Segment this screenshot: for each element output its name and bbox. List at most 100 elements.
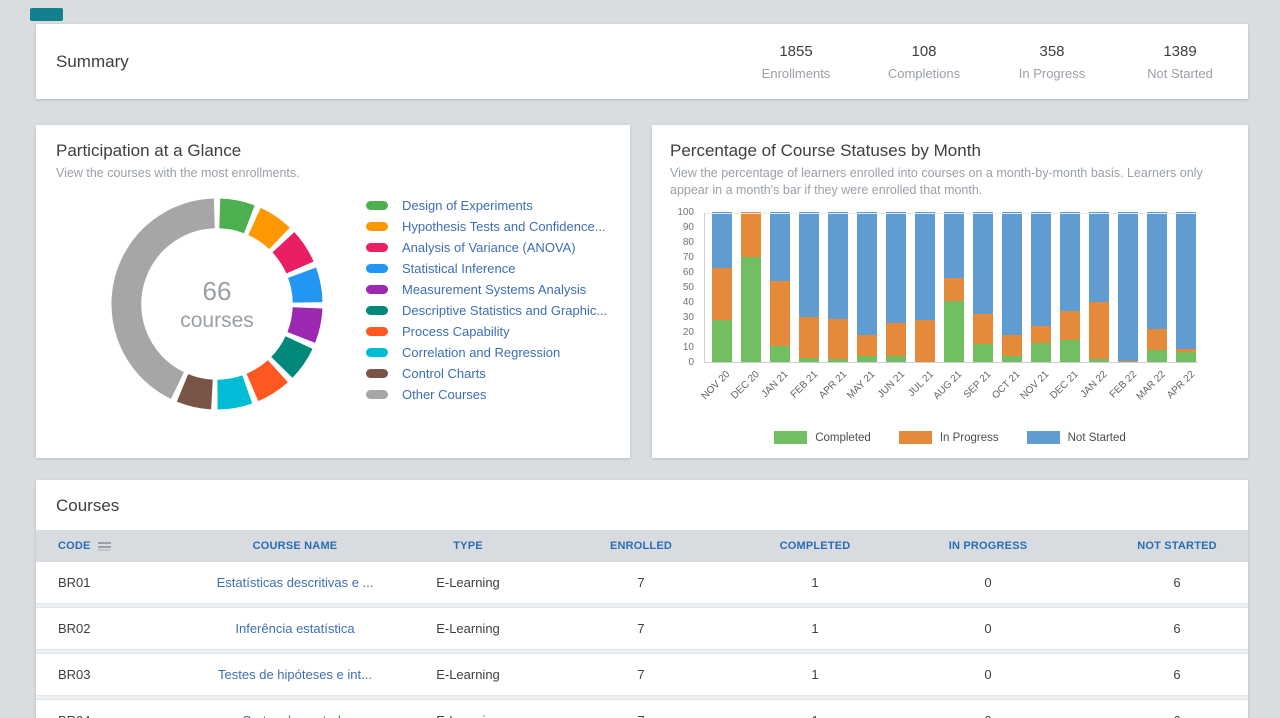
bar-oct-21[interactable]	[1002, 212, 1022, 362]
x-tick-label: APR 22	[1165, 369, 1197, 401]
bar-segment-not-started	[1118, 212, 1138, 361]
bar-segment-completed	[1002, 356, 1022, 362]
bar-segment-completed	[1147, 350, 1167, 362]
bar-segment-not-started	[915, 212, 935, 320]
bar-segment-not-started	[886, 212, 906, 323]
bar-legend-swatch-icon	[774, 431, 807, 444]
table-row[interactable]: BR01Estatísticas descritivas e ...E-Lear…	[36, 562, 1248, 603]
column-header-completed[interactable]: COMPLETED	[760, 540, 870, 552]
bar-nov-21[interactable]	[1031, 212, 1051, 362]
legend-item-label: Design of Experiments	[402, 198, 533, 213]
legend-item-label: Statistical Inference	[402, 261, 515, 276]
cell-type: E-Learning	[414, 575, 522, 590]
cell-name[interactable]: Cartas de controle	[176, 713, 414, 718]
column-header-in-progress[interactable]: IN PROGRESS	[870, 540, 1106, 552]
bar-aug-21[interactable]	[944, 212, 964, 362]
bar-jun-21[interactable]	[886, 212, 906, 362]
legend-item-1[interactable]: Design of Experiments	[366, 195, 607, 216]
cell-name[interactable]: Testes de hipóteses e int...	[176, 667, 414, 682]
stat-value: 358	[1006, 43, 1098, 60]
bar-dec-20[interactable]	[741, 212, 761, 362]
bar-segment-not-started	[1176, 212, 1196, 349]
donut-center-unit: courses	[180, 309, 254, 333]
bar-nov-20[interactable]	[712, 212, 732, 362]
column-header-not-started[interactable]: NOT STARTED	[1106, 540, 1248, 552]
legend-swatch-icon	[366, 306, 388, 315]
y-axis-labels: 1009080706050403020100	[670, 213, 698, 363]
legend-swatch-icon	[366, 369, 388, 378]
bar-jan-22[interactable]	[1089, 212, 1109, 362]
column-header-label: NOT STARTED	[1137, 540, 1217, 552]
summary-stat: 1389Not Started	[1134, 43, 1226, 81]
bar-segment-in-progress	[712, 268, 732, 321]
table-row[interactable]: BR04Cartas de controleE-Learning7106	[36, 700, 1248, 718]
legend-item-8[interactable]: Correlation and Regression	[366, 342, 607, 363]
legend-item-label: Analysis of Variance (ANOVA)	[402, 240, 576, 255]
cell-not_started: 6	[1106, 667, 1248, 682]
bar-sep-21[interactable]	[973, 212, 993, 362]
cell-code: BR01	[36, 575, 176, 590]
bar-mar-22[interactable]	[1147, 212, 1167, 362]
column-header-enrolled[interactable]: ENROLLED	[522, 540, 760, 552]
donut-center-value: 66	[203, 276, 232, 307]
bar-feb-22[interactable]	[1118, 212, 1138, 362]
bar-apr-21[interactable]	[828, 212, 848, 362]
y-tick-label: 0	[688, 357, 694, 368]
participation-subtitle: View the courses with the most enrollmen…	[56, 165, 610, 182]
bar-segment-completed	[973, 344, 993, 362]
statuses-card: Percentage of Course Statuses by Month V…	[652, 125, 1248, 458]
bar-jul-21[interactable]	[915, 212, 935, 362]
bar-segment-completed	[857, 356, 877, 362]
stacked-bar-chart: 1009080706050403020100 NOV 20DEC 20JAN 2…	[670, 213, 1230, 419]
cell-completed: 1	[760, 621, 870, 636]
column-header-type[interactable]: TYPE	[414, 540, 522, 552]
bar-dec-21[interactable]	[1060, 212, 1080, 362]
sort-descending-icon[interactable]	[98, 542, 111, 551]
legend-item-7[interactable]: Process Capability	[366, 321, 607, 342]
x-tick-label: JUN 21	[875, 369, 906, 400]
cell-enrolled: 7	[522, 713, 760, 718]
bar-legend-swatch-icon	[899, 431, 932, 444]
bar-segment-in-progress	[741, 212, 761, 257]
legend-item-9[interactable]: Control Charts	[366, 363, 607, 384]
stat-label: In Progress	[1006, 66, 1098, 81]
bar-segment-not-started	[973, 212, 993, 314]
bar-segment-in-progress	[1089, 302, 1109, 359]
column-header-code[interactable]: CODE	[36, 540, 176, 552]
stat-value: 1855	[750, 43, 842, 60]
cell-name[interactable]: Inferência estatística	[176, 621, 414, 636]
bar-legend-item[interactable]: Not Started	[1027, 431, 1126, 444]
bar-legend-item[interactable]: Completed	[774, 431, 871, 444]
table-header-row: CODECOURSE NAMETYPEENROLLEDCOMPLETED IN P…	[36, 530, 1248, 562]
legend-item-3[interactable]: Analysis of Variance (ANOVA)	[366, 237, 607, 258]
bar-may-21[interactable]	[857, 212, 877, 362]
legend-swatch-icon	[366, 222, 388, 231]
legend-item-2[interactable]: Hypothesis Tests and Confidence...	[366, 216, 607, 237]
legend-item-4[interactable]: Statistical Inference	[366, 258, 607, 279]
accent-bar	[30, 8, 63, 21]
x-axis-labels: NOV 20DEC 20JAN 21FEB 21APR 21MAY 21JUN …	[704, 363, 1198, 419]
legend-item-10[interactable]: Other Courses	[366, 384, 607, 405]
summary-stats: 1855Enrollments108Completions358In Progr…	[750, 43, 1248, 81]
legend-item-5[interactable]: Measurement Systems Analysis	[366, 279, 607, 300]
legend-swatch-icon	[366, 390, 388, 399]
table-row[interactable]: BR02Inferência estatísticaE-Learning7106	[36, 608, 1248, 649]
cell-enrolled: 7	[522, 575, 760, 590]
bar-apr-22[interactable]	[1176, 212, 1196, 362]
bar-jan-21[interactable]	[770, 212, 790, 362]
cell-name[interactable]: Estatísticas descritivas e ...	[176, 575, 414, 590]
legend-item-6[interactable]: Descriptive Statistics and Graphic...	[366, 300, 607, 321]
bar-legend-label: Completed	[815, 432, 871, 444]
bar-segment-in-progress	[944, 278, 964, 301]
column-header-label: IN PROGRESS	[949, 540, 1028, 552]
cell-enrolled: 7	[522, 621, 760, 636]
stat-label: Not Started	[1134, 66, 1226, 81]
table-row[interactable]: BR03Testes de hipóteses e int...E-Learni…	[36, 654, 1248, 695]
bar-segment-not-started	[1002, 212, 1022, 335]
bar-legend-swatch-icon	[1027, 431, 1060, 444]
y-tick-label: 30	[683, 312, 694, 323]
bar-feb-21[interactable]	[799, 212, 819, 362]
bar-legend-item[interactable]: In Progress	[899, 431, 999, 444]
column-header-course-name[interactable]: COURSE NAME	[176, 540, 414, 552]
bar-segment-in-progress	[1118, 361, 1138, 363]
